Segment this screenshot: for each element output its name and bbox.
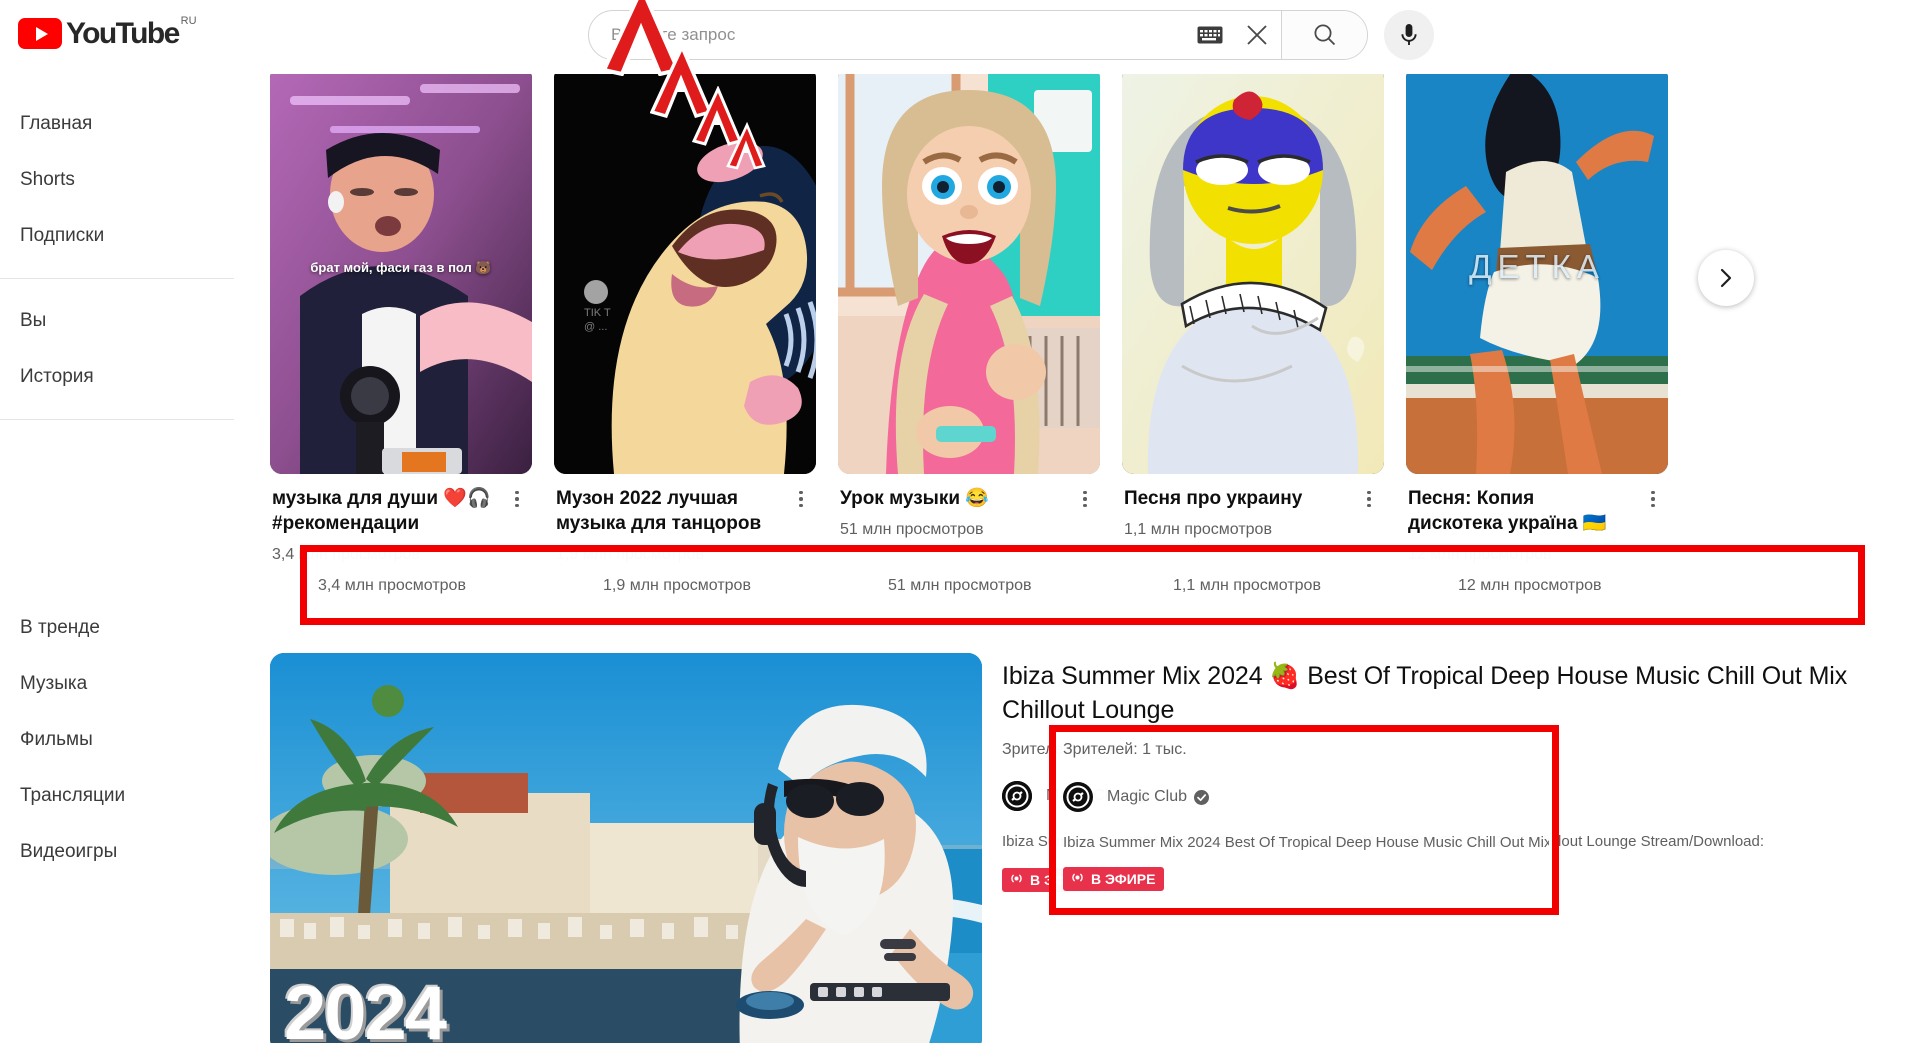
youtube-page: YouTube RU Введите запрос Главная Shorts… [0, 0, 1920, 1043]
short-card[interactable]: Песня про украину 1,1 млн просмотров [1122, 66, 1384, 564]
sidebar-item-label: Музыка [20, 673, 88, 694]
short-thumbnail[interactable] [1122, 66, 1384, 474]
sidebar-item-you[interactable]: Вы [0, 293, 248, 349]
short-views: 1,1 млн просмотров [1124, 521, 1272, 538]
video-result-row: 2024 Ibiza Summer Mix 2024 🍓 Best Of Tro… [270, 653, 1910, 1043]
sidebar-item-history[interactable]: История [0, 349, 248, 405]
microphone-icon[interactable] [1384, 10, 1434, 60]
channel-link[interactable]: Magic Club [1002, 781, 1910, 811]
short-title[interactable]: Песня: Копия дискотека україна 🇺🇦 [1408, 486, 1666, 536]
chevron-right-icon[interactable] [1698, 250, 1754, 306]
sidebar-divider-2 [0, 419, 234, 420]
video-info: Ibiza Summer Mix 2024 🍓 Best Of Tropical… [1002, 653, 1910, 1043]
video-thumb-caption: 2024 [284, 971, 447, 1043]
short-views: 12 млн просмотров [1408, 546, 1552, 563]
verified-badge-icon [1133, 788, 1149, 804]
left-sidebar: Главная Shorts Подписки Вы История В тре… [0, 74, 248, 1043]
video-thumbnail[interactable]: 2024 [270, 653, 982, 1043]
live-label: В ЭФИРЕ [1030, 872, 1095, 888]
short-caption: ДЕТКА [1469, 248, 1605, 285]
video-title[interactable]: Ibiza Summer Mix 2024 🍓 Best Of Tropical… [1002, 659, 1910, 727]
keyboard-icon[interactable] [1193, 22, 1227, 48]
shorts-shelf: брат мой, фаси газ в пол 🐻 музыка для ду… [270, 66, 1754, 564]
sidebar-item-label: Главная [20, 113, 93, 134]
status-badge: В ЭФИРЕ [1002, 868, 1104, 892]
short-views: 3,4 млн просмотров [272, 546, 420, 563]
sidebar-item-label: Фильмы [20, 729, 93, 750]
short-card[interactable]: Урок музыки 😂 51 млн просмотров [838, 66, 1100, 564]
youtube-country-code: RU [180, 15, 197, 27]
sidebar-item-trending[interactable]: В тренде [0, 600, 248, 656]
more-options-icon[interactable] [1358, 486, 1380, 512]
sidebar-item-music[interactable]: Музыка [0, 656, 248, 712]
video-description: Ibiza Summer Mix 2024 Best Of Tropical D… [1002, 833, 1765, 850]
short-views: 1,9 млн просмотров [556, 546, 704, 563]
svg-text:@ ...: @ ... [584, 321, 607, 333]
main-content: брат мой, фаси газ в пол 🐻 музыка для ду… [248, 0, 1920, 1043]
top-header: YouTube RU [0, 0, 1920, 74]
sidebar-item-label: История [20, 366, 94, 387]
sidebar-item-shorts[interactable]: Shorts [0, 152, 248, 208]
more-options-icon[interactable] [506, 486, 528, 512]
more-options-icon[interactable] [790, 486, 812, 512]
sidebar-item-label: Вы [20, 310, 47, 331]
video-viewers: Зрителей: 1 тыс. [1002, 741, 1126, 758]
sidebar-item-subscriptions[interactable]: Подписки [0, 208, 248, 264]
search-input[interactable] [589, 11, 1193, 59]
search-box[interactable] [588, 10, 1368, 60]
short-title[interactable]: музыка для души ❤️🎧#рекомендации [272, 486, 530, 536]
short-title[interactable]: Музон 2022 лучшая музыка для танцоров [556, 486, 814, 536]
short-title[interactable]: Урок музыки 😂 [840, 486, 1098, 511]
youtube-logo[interactable]: YouTube RU [18, 15, 197, 50]
sidebar-item-gaming[interactable]: Видеоигры [0, 824, 248, 880]
avatar [1002, 781, 1032, 811]
sidebar-item-movies[interactable]: Фильмы [0, 712, 248, 768]
short-caption: брат мой, фаси газ в пол 🐻 [310, 260, 492, 275]
more-options-icon[interactable] [1074, 486, 1096, 512]
short-thumbnail[interactable]: брат мой, фаси газ в пол 🐻 [270, 66, 532, 474]
short-title[interactable]: Песня про украину [1124, 486, 1382, 511]
svg-text:TIK T: TIK T [584, 307, 611, 319]
short-thumbnail[interactable]: ДЕТКА [1406, 66, 1668, 474]
short-thumbnail[interactable] [838, 66, 1100, 474]
sidebar-item-label: Подписки [20, 225, 105, 246]
short-thumbnail[interactable]: TIK T @ ... [554, 66, 816, 474]
channel-name: Magic Club [1046, 787, 1127, 804]
search-button[interactable] [1281, 11, 1367, 59]
short-card[interactable]: брат мой, фаси газ в пол 🐻 музыка для ду… [270, 66, 532, 564]
youtube-wordmark: YouTube [66, 17, 180, 50]
more-options-icon[interactable] [1642, 486, 1664, 512]
short-views: 51 млн просмотров [840, 521, 984, 538]
sidebar-item-home[interactable]: Главная [0, 96, 248, 152]
sidebar-item-label: Трансляции [20, 785, 126, 806]
short-card[interactable]: TIK T @ ... Музон 2022 лучшая музыка для … [554, 66, 816, 564]
sidebar-item-label: Видеоигры [20, 841, 118, 862]
close-icon[interactable] [1237, 15, 1277, 55]
sidebar-divider-1 [0, 278, 234, 279]
youtube-play-icon [18, 18, 62, 49]
sidebar-item-label: В тренде [20, 617, 100, 638]
search-area [588, 8, 1434, 62]
broadcast-icon [1009, 872, 1024, 888]
sidebar-item-live[interactable]: Трансляции [0, 768, 248, 824]
sidebar-item-label: Shorts [20, 169, 75, 190]
short-card[interactable]: ДЕТКА Песня: Копия дискотека україна 🇺🇦 … [1406, 66, 1668, 564]
